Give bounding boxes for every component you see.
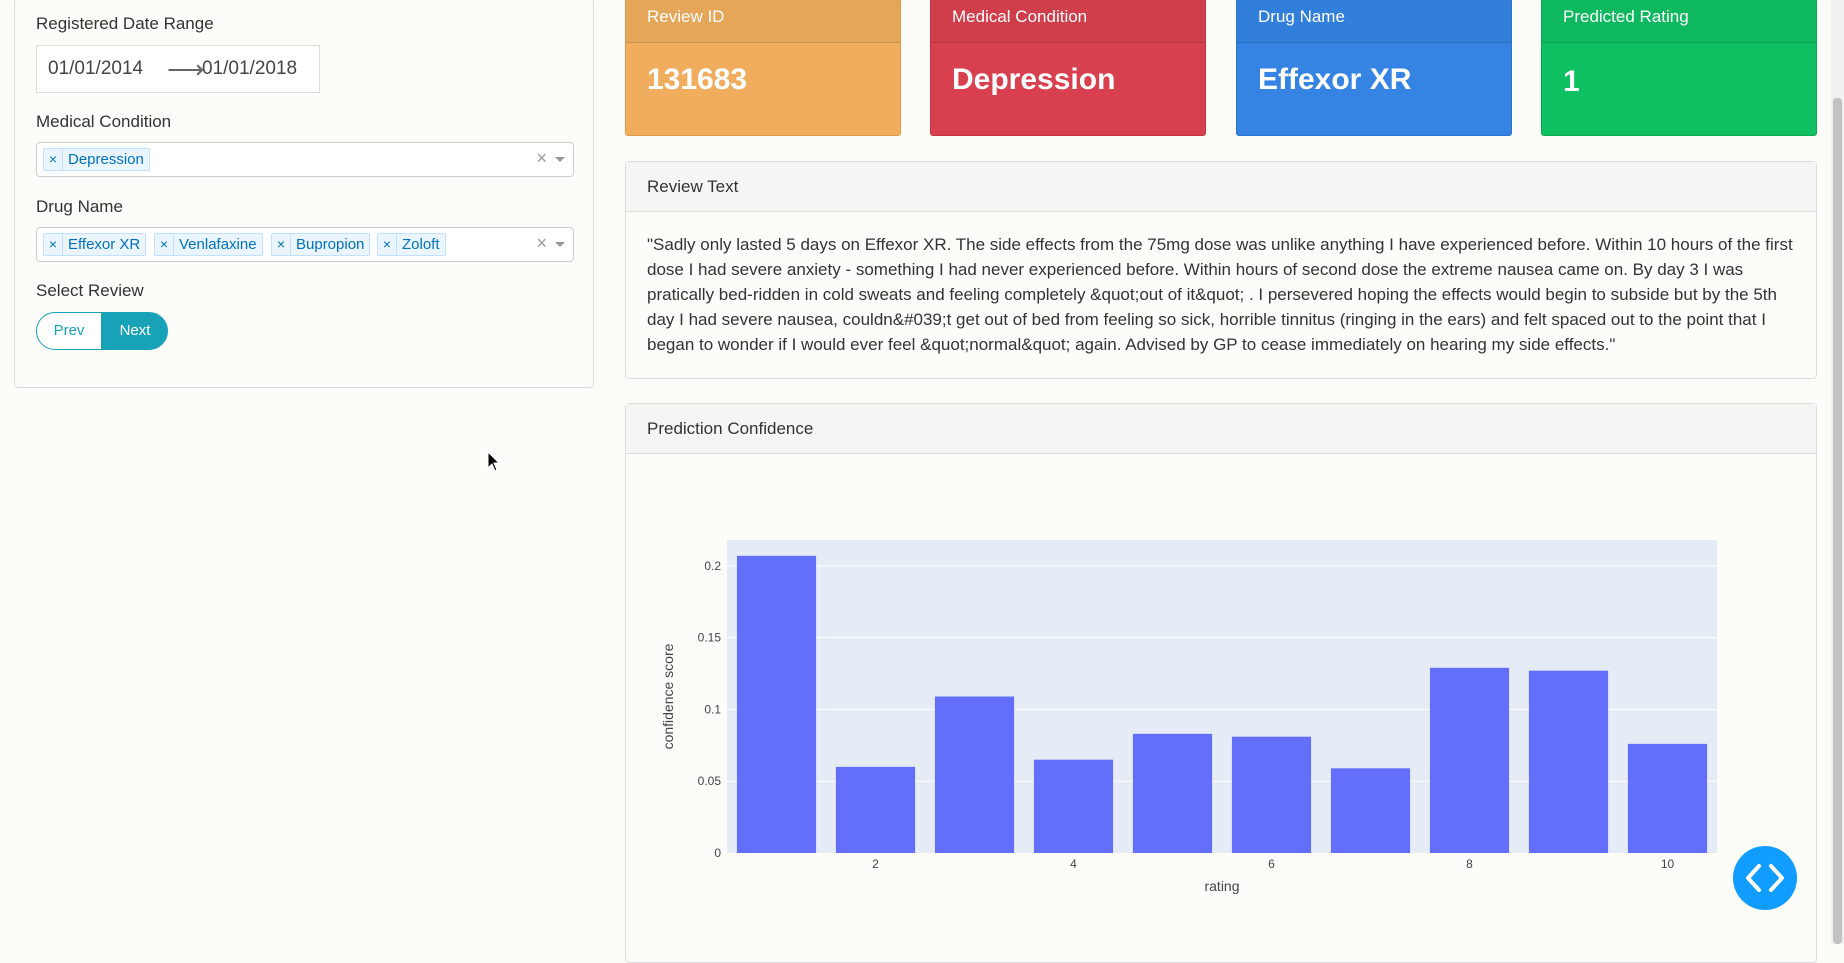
medical-condition-chip: × Depression xyxy=(43,148,150,171)
medical-condition-value: Depression xyxy=(952,63,1116,96)
clear-icon[interactable]: × xyxy=(536,233,547,254)
x-axis-label: rating xyxy=(1204,878,1239,894)
medical-condition-select[interactable]: × Depression × xyxy=(36,142,574,177)
prev-button[interactable]: Prev xyxy=(36,312,102,350)
chip-label: Depression xyxy=(68,151,144,168)
mouse-pointer-icon xyxy=(487,451,501,472)
bar xyxy=(835,766,916,853)
bar xyxy=(1627,743,1708,853)
y-axis-label: confidence score xyxy=(660,643,676,749)
chevron-down-icon[interactable] xyxy=(555,157,565,162)
predicted-rating-card: Predicted Rating 1 xyxy=(1541,0,1817,136)
medical-condition-card: Medical Condition Depression xyxy=(930,0,1206,136)
bar xyxy=(1231,736,1312,853)
review-id-card: Review ID 131683 xyxy=(625,0,901,136)
chip-remove-icon[interactable]: × xyxy=(378,234,397,255)
x-tick-label: 8 xyxy=(1466,857,1473,871)
y-tick-label: 0 xyxy=(714,846,721,860)
date-arrow-icon: ⟶ xyxy=(167,54,205,84)
start-date-input[interactable]: 01/01/2014 xyxy=(48,58,143,80)
clear-icon[interactable]: × xyxy=(536,148,547,169)
bar xyxy=(1132,733,1213,853)
card-header: Drug Name xyxy=(1237,0,1511,43)
code-toggle-button[interactable] xyxy=(1733,846,1797,910)
y-tick-label: 0.05 xyxy=(698,774,722,788)
page-scrollbar[interactable] xyxy=(1831,0,1844,944)
chip-label: Zoloft xyxy=(402,236,440,253)
review-text-title: Review Text xyxy=(626,162,1816,212)
next-button[interactable]: Next xyxy=(102,312,168,350)
drug-name-card: Drug Name Effexor XR xyxy=(1236,0,1512,136)
review-text-panel: Review Text "Sadly only lasted 5 days on… xyxy=(625,161,1817,379)
y-tick-label: 0.1 xyxy=(704,702,721,716)
chip-remove-icon[interactable]: × xyxy=(272,234,291,255)
x-tick-label: 4 xyxy=(1070,857,1077,871)
review-id-value: 131683 xyxy=(647,63,748,96)
end-date-input[interactable]: 01/01/2018 xyxy=(202,58,297,80)
card-header: Medical Condition xyxy=(931,0,1205,43)
drug-chip: × Effexor XR xyxy=(43,233,147,256)
chip-label: Venlafaxine xyxy=(179,236,257,253)
y-tick-label: 0.15 xyxy=(698,631,722,645)
card-header: Review ID xyxy=(626,0,900,43)
predicted-rating-value: 1 xyxy=(1563,65,1580,98)
drug-name-label: Drug Name xyxy=(36,197,123,216)
bar xyxy=(736,555,817,853)
x-tick-label: 2 xyxy=(872,857,879,871)
bar xyxy=(1429,667,1510,853)
bar xyxy=(1330,768,1411,853)
drug-name-select[interactable]: × Effexor XR × Venlafaxine × Bupropion × Zol… xyxy=(36,227,574,262)
scrollbar-thumb[interactable] xyxy=(1833,98,1842,944)
code-icon xyxy=(1746,864,1784,892)
filter-panel: Registered Date Range 01/01/2014 ⟶ 01/01… xyxy=(14,0,594,388)
card-header: Predicted Rating xyxy=(1542,0,1816,43)
drug-name-value: Effexor XR xyxy=(1258,63,1412,96)
drug-chip: × Zoloft xyxy=(377,233,446,256)
select-review-label: Select Review xyxy=(36,281,144,300)
review-text-body: "Sadly only lasted 5 days on Effexor XR.… xyxy=(647,235,1793,354)
prediction-confidence-title: Prediction Confidence xyxy=(626,404,1816,454)
bar xyxy=(1033,759,1114,853)
confidence-bar-chart: 0 0.05 0.1 0.15 0.2 2 4 6 8 10 rating confidence sc… xyxy=(660,540,1717,894)
drug-chip: × Bupropion xyxy=(271,233,371,256)
y-tick-label: 0.2 xyxy=(704,559,721,573)
medical-condition-label: Medical Condition xyxy=(36,112,172,131)
date-range-label: Registered Date Range xyxy=(36,14,214,33)
bar xyxy=(1528,670,1609,853)
prediction-confidence-panel: Prediction Confidence 0 0.05 0.1 0.15 0.2 2 4 6… xyxy=(625,403,1817,963)
chip-remove-icon[interactable]: × xyxy=(44,234,63,255)
chip-remove-icon[interactable]: × xyxy=(44,149,63,170)
chip-remove-icon[interactable]: × xyxy=(155,234,174,255)
date-range-picker: 01/01/2014 ⟶ 01/01/2018 xyxy=(36,45,320,93)
drug-chip: × Venlafaxine xyxy=(154,233,263,256)
chevron-down-icon[interactable] xyxy=(555,242,565,247)
bar xyxy=(934,696,1015,853)
x-tick-label: 10 xyxy=(1661,857,1675,871)
x-tick-label: 6 xyxy=(1268,857,1275,871)
chip-label: Effexor XR xyxy=(68,236,141,253)
chip-label: Bupropion xyxy=(296,236,365,253)
